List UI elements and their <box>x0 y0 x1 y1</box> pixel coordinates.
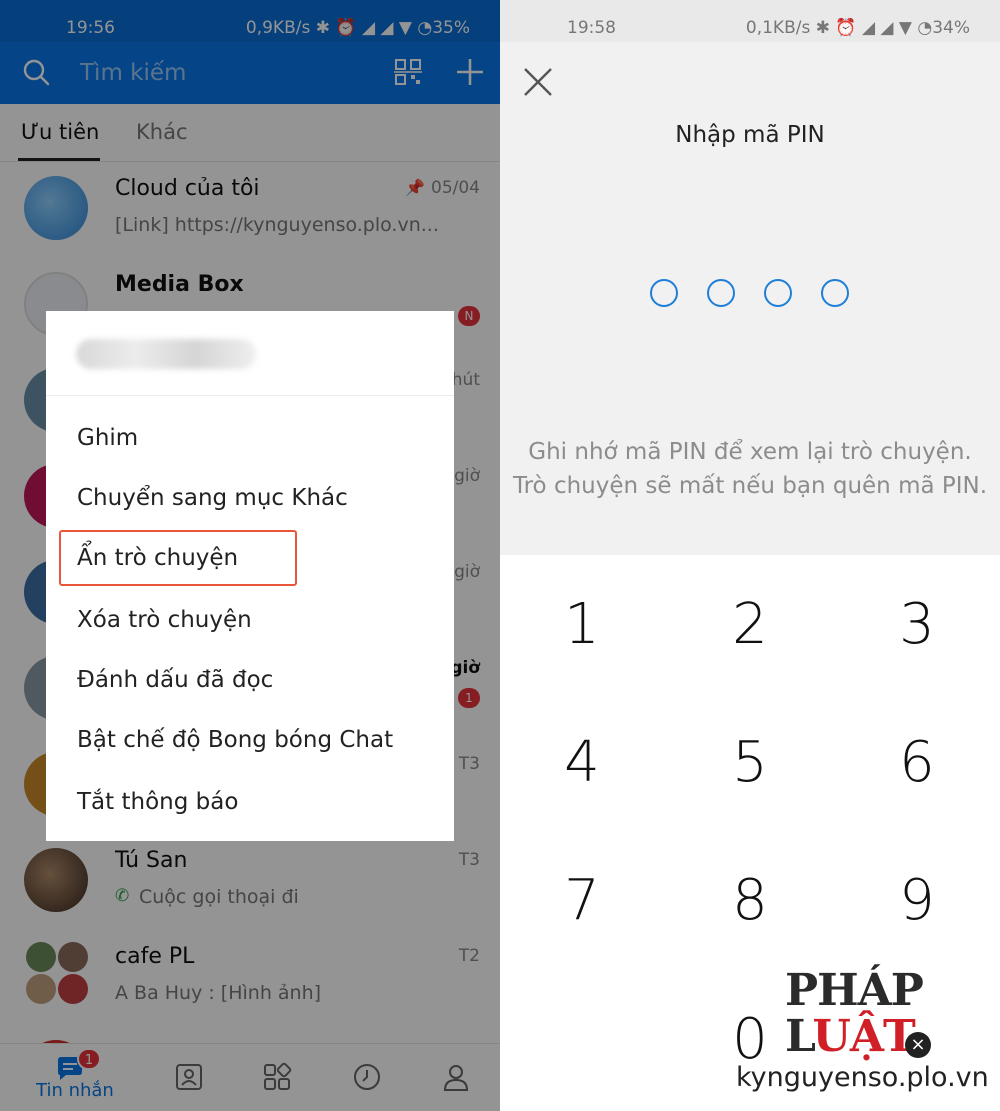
menu-item-pin[interactable]: Ghim <box>77 425 138 451</box>
watermark-close-icon: × <box>905 1032 931 1058</box>
key-9[interactable]: 9 <box>867 861 967 941</box>
key-2[interactable]: 2 <box>700 585 800 665</box>
status-indicators: 0,1KB/s ✱ ⏰ ◢ ◢ ▼ ◔34% <box>745 18 970 38</box>
highlight-box <box>59 530 297 586</box>
key-8[interactable]: 8 <box>700 861 800 941</box>
menu-item-move-to-other[interactable]: Chuyển sang mục Khác <box>77 485 348 511</box>
watermark-domain: kynguyenso.plo.vn <box>736 1062 989 1093</box>
blurred-chat-name <box>76 339 256 369</box>
close-icon[interactable] <box>522 66 554 98</box>
menu-item-mark-read[interactable]: Đánh dấu đã đọc <box>77 667 273 693</box>
screenshot-root: 19:56 0,9KB/s ✱ ⏰ ◢ ◢ ▼ ◔35% Tìm kiếm Ưu… <box>0 0 1000 1111</box>
key-7[interactable]: 7 <box>532 861 632 941</box>
pin-dot <box>764 279 792 307</box>
context-menu: Ghim Chuyển sang mục Khác Ẩn trò chuyện … <box>46 311 454 841</box>
pin-entry-screen: 19:58 0,1KB/s ✱ ⏰ ◢ ◢ ▼ ◔34% Nhập mã PIN… <box>500 0 1000 1111</box>
key-6[interactable]: 6 <box>867 723 967 803</box>
key-3[interactable]: 3 <box>867 585 967 665</box>
status-bar: 19:58 0,1KB/s ✱ ⏰ ◢ ◢ ▼ ◔34% <box>500 0 1000 42</box>
menu-item-delete-chat[interactable]: Xóa trò chuyện <box>77 607 252 633</box>
pin-dot <box>707 279 735 307</box>
chat-list-screen: 19:56 0,9KB/s ✱ ⏰ ◢ ◢ ▼ ◔35% Tìm kiếm Ưu… <box>0 0 500 1111</box>
pin-hint: Ghi nhớ mã PIN để xem lại trò chuyện. Tr… <box>512 439 988 499</box>
pin-header: Nhập mã PIN Ghi nhớ mã PIN để xem lại tr… <box>500 42 1000 555</box>
status-time: 19:58 <box>567 18 616 38</box>
menu-divider <box>46 395 454 396</box>
page-title: Nhập mã PIN <box>675 122 825 148</box>
pin-dot <box>821 279 849 307</box>
key-4[interactable]: 4 <box>532 723 632 803</box>
watermark-logo: PHÁP LUẬT <box>785 968 1000 1060</box>
menu-item-mute[interactable]: Tắt thông báo <box>77 789 238 815</box>
pin-dot <box>650 279 678 307</box>
key-1[interactable]: 1 <box>532 585 632 665</box>
key-5[interactable]: 5 <box>700 723 800 803</box>
watermark-brand: PHÁP LUẬT <box>785 965 924 1062</box>
menu-item-chat-bubble[interactable]: Bật chế độ Bong bóng Chat <box>77 727 393 753</box>
